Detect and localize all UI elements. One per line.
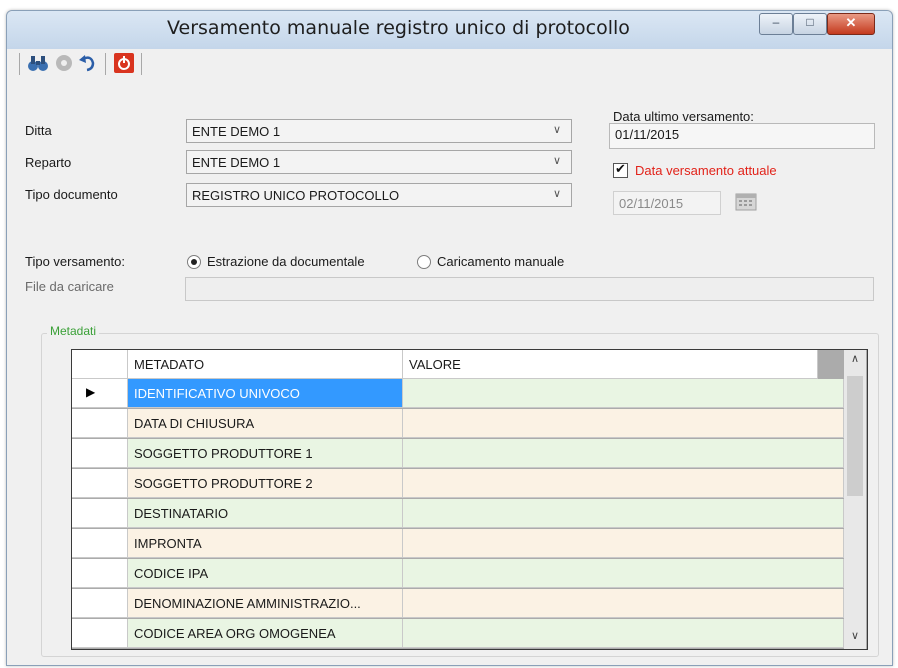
metadato-text: SOGGETTO PRODUTTORE 2 [134, 476, 313, 491]
chevron-down-icon: ∨ [552, 155, 561, 167]
metadato-cell[interactable]: CODICE IPA [128, 559, 403, 588]
radio-estrazione[interactable] [187, 255, 201, 269]
row-header[interactable] [72, 439, 128, 468]
data-ultimo-field: 01/11/2015 [609, 123, 875, 149]
row-header[interactable] [72, 589, 128, 618]
radio-caricamento[interactable] [417, 255, 431, 269]
metadato-text: DENOMINAZIONE AMMINISTRAZIO... [134, 596, 361, 611]
scroll-down-icon[interactable]: ∨ [844, 629, 866, 649]
file-field[interactable] [185, 277, 874, 301]
reparto-select[interactable]: ENTE DEMO 1 ∨ [186, 150, 572, 174]
data-ultimo-value: 01/11/2015 [615, 127, 680, 142]
minimize-icon: – [772, 15, 780, 29]
vertical-scrollbar[interactable]: ∧ ∨ [844, 350, 866, 649]
valore-cell[interactable] [403, 469, 844, 498]
valore-cell[interactable] [403, 619, 844, 648]
scroll-up-icon[interactable]: ∧ [844, 352, 866, 372]
calendar-button[interactable] [733, 192, 759, 212]
column-header-metadato[interactable]: METADATO [128, 350, 403, 379]
data-ultimo-label: Data ultimo versamento: [613, 109, 754, 124]
metadato-cell[interactable]: CODICE AREA ORG OMOGENEA [128, 619, 403, 648]
metadato-cell[interactable]: IMPRONTA [128, 529, 403, 558]
undo-icon[interactable] [77, 53, 99, 73]
row-header[interactable] [72, 499, 128, 528]
metadato-cell[interactable]: IDENTIFICATIVO UNIVOCO [128, 379, 403, 408]
tipo-versamento-label: Tipo versamento: [25, 254, 125, 269]
metadato-cell[interactable]: DENOMINAZIONE AMMINISTRAZIO... [128, 589, 403, 618]
metadato-cell[interactable]: SOGGETTO PRODUTTORE 1 [128, 439, 403, 468]
ditta-value: ENTE DEMO 1 [192, 124, 281, 139]
file-label: File da caricare [25, 279, 114, 294]
metadato-text: IMPRONTA [134, 536, 202, 551]
row-header[interactable] [72, 619, 128, 648]
metadato-text: CODICE IPA [134, 566, 209, 581]
data-attuale-field[interactable]: 02/11/2015 [613, 191, 721, 215]
valore-cell[interactable] [403, 379, 844, 408]
metadato-text: DATA DI CHIUSURA [134, 416, 255, 431]
reparto-value: ENTE DEMO 1 [192, 155, 281, 170]
metadato-text: CODICE AREA ORG OMOGENEA [134, 626, 336, 641]
valore-cell[interactable] [403, 439, 844, 468]
scroll-thumb[interactable] [847, 376, 863, 496]
tipo-documento-value: REGISTRO UNICO PROTOCOLLO [192, 188, 400, 203]
title-bar[interactable]: Versamento manuale registro unico di pro… [7, 11, 892, 49]
valore-cell[interactable] [403, 529, 844, 558]
data-attuale-value: 02/11/2015 [619, 196, 684, 211]
current-row-arrow-icon: ▶ [86, 385, 96, 399]
main-window: Versamento manuale registro unico di pro… [6, 10, 893, 666]
toolbar-separator [105, 53, 106, 75]
tipo-documento-select[interactable]: REGISTRO UNICO PROTOCOLLO ∨ [186, 183, 572, 207]
chevron-down-icon: ∨ [552, 124, 561, 136]
window-title: Versamento manuale registro unico di pro… [167, 17, 630, 39]
toolbar-grip [19, 53, 20, 75]
metadato-cell[interactable]: SOGGETTO PRODUTTORE 2 [128, 469, 403, 498]
option-caricamento-label[interactable]: Caricamento manuale [437, 254, 564, 269]
row-header[interactable] [72, 559, 128, 588]
row-header[interactable] [72, 529, 128, 558]
metadato-text: SOGGETTO PRODUTTORE 1 [134, 446, 313, 461]
tipo-documento-label: Tipo documento [25, 187, 118, 202]
metadati-grid[interactable]: METADATO VALORE ▶ IDENTIFICATIVO UNIVOCO D… [71, 349, 868, 650]
valore-cell[interactable] [403, 499, 844, 528]
data-attuale-label: Data versamento attuale [635, 163, 777, 178]
reparto-label: Reparto [25, 155, 72, 170]
calendar-icon [735, 193, 757, 211]
option-estrazione-label[interactable]: Estrazione da documentale [207, 254, 365, 269]
chevron-down-icon: ∨ [552, 188, 561, 200]
row-header[interactable]: ▶ [72, 379, 128, 408]
ditta-select[interactable]: ENTE DEMO 1 ∨ [186, 119, 572, 143]
ditta-label: Ditta [25, 123, 52, 138]
row-header-corner [72, 350, 128, 379]
metadato-text: IDENTIFICATIVO UNIVOCO [134, 386, 300, 401]
close-button[interactable]: ✕ [827, 13, 875, 35]
metadato-text: DESTINATARIO [134, 506, 229, 521]
disc-icon[interactable] [53, 53, 75, 73]
valore-cell[interactable] [403, 559, 844, 588]
maximize-icon: □ [806, 15, 814, 29]
radio-selected-dot [191, 259, 197, 265]
row-header[interactable] [72, 469, 128, 498]
column-header-valore[interactable]: VALORE [403, 350, 818, 379]
metadato-cell[interactable]: DATA DI CHIUSURA [128, 409, 403, 438]
column-header-label: VALORE [409, 357, 461, 372]
row-header[interactable] [72, 409, 128, 438]
toolbar [19, 49, 319, 79]
metadati-legend: Metadati [47, 324, 100, 338]
data-attuale-checkbox[interactable]: ✔ [613, 161, 628, 178]
column-header-label: METADATO [134, 357, 205, 372]
binoculars-icon[interactable] [27, 53, 49, 73]
valore-cell[interactable] [403, 409, 844, 438]
maximize-button[interactable]: □ [793, 13, 827, 35]
toolbar-separator [141, 53, 142, 75]
power-icon[interactable] [113, 53, 135, 73]
checkmark-icon: ✔ [615, 161, 626, 176]
minimize-button[interactable]: – [759, 13, 793, 35]
close-icon: ✕ [845, 15, 857, 30]
metadato-cell[interactable]: DESTINATARIO [128, 499, 403, 528]
valore-cell[interactable] [403, 589, 844, 618]
